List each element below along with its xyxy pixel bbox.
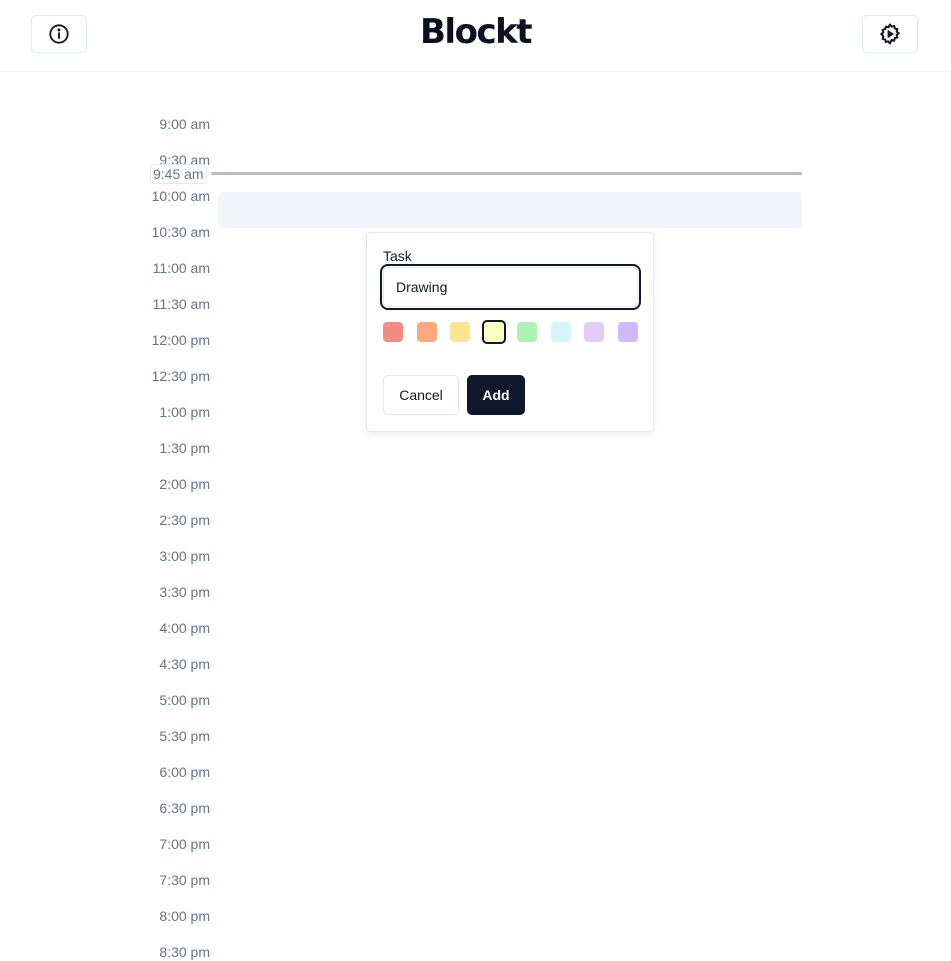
time-label: 8:30 pm bbox=[159, 944, 210, 960]
time-label: 5:00 pm bbox=[159, 692, 210, 708]
settings-button[interactable] bbox=[862, 15, 918, 53]
color-swatch[interactable] bbox=[416, 322, 437, 342]
time-label: 10:30 am bbox=[151, 224, 210, 240]
time-label: 4:30 pm bbox=[159, 656, 210, 672]
current-time-line bbox=[211, 172, 802, 175]
time-label: 3:00 pm bbox=[159, 548, 210, 564]
time-label: 1:00 pm bbox=[159, 404, 210, 420]
time-label: 3:30 pm bbox=[159, 584, 210, 600]
color-swatch[interactable] bbox=[550, 322, 571, 342]
add-task-popover: Task Cancel Add bbox=[366, 232, 654, 432]
gear-play-icon bbox=[878, 22, 902, 46]
time-label: 11:30 am bbox=[152, 296, 210, 312]
color-swatch[interactable] bbox=[617, 322, 638, 342]
time-label: 8:00 pm bbox=[159, 908, 210, 924]
time-label: 9:00 am bbox=[159, 116, 210, 132]
time-label: 6:00 pm bbox=[159, 764, 210, 780]
task-field-label: Task bbox=[383, 248, 412, 264]
time-label: 7:30 pm bbox=[159, 872, 210, 888]
app-title: Blockt bbox=[420, 12, 532, 52]
time-label: 2:00 pm bbox=[159, 476, 210, 492]
color-swatch[interactable] bbox=[383, 322, 403, 342]
time-label: 12:00 pm bbox=[151, 332, 210, 348]
time-label: 12:30 pm bbox=[151, 368, 210, 384]
task-input[interactable] bbox=[380, 264, 641, 310]
color-swatch[interactable] bbox=[584, 322, 604, 342]
selected-time-slot[interactable] bbox=[218, 192, 802, 228]
time-label: 6:30 pm bbox=[159, 800, 210, 816]
add-button[interactable]: Add bbox=[467, 375, 525, 415]
time-label: 5:30 pm bbox=[159, 728, 210, 744]
time-label: 2:30 pm bbox=[159, 512, 210, 528]
time-label: 7:00 pm bbox=[159, 836, 210, 852]
color-swatch[interactable] bbox=[481, 320, 506, 344]
app-header: Blockt bbox=[0, 0, 951, 72]
color-swatch[interactable] bbox=[517, 322, 537, 342]
color-swatch[interactable] bbox=[450, 322, 470, 342]
time-label: 1:30 pm bbox=[159, 440, 210, 456]
time-label: 10:00 am bbox=[151, 188, 210, 204]
time-label: 4:00 pm bbox=[159, 620, 210, 636]
current-time-label: 9:45 am bbox=[150, 164, 207, 184]
time-label: 11:00 am bbox=[152, 260, 210, 276]
cancel-button[interactable]: Cancel bbox=[383, 375, 459, 415]
